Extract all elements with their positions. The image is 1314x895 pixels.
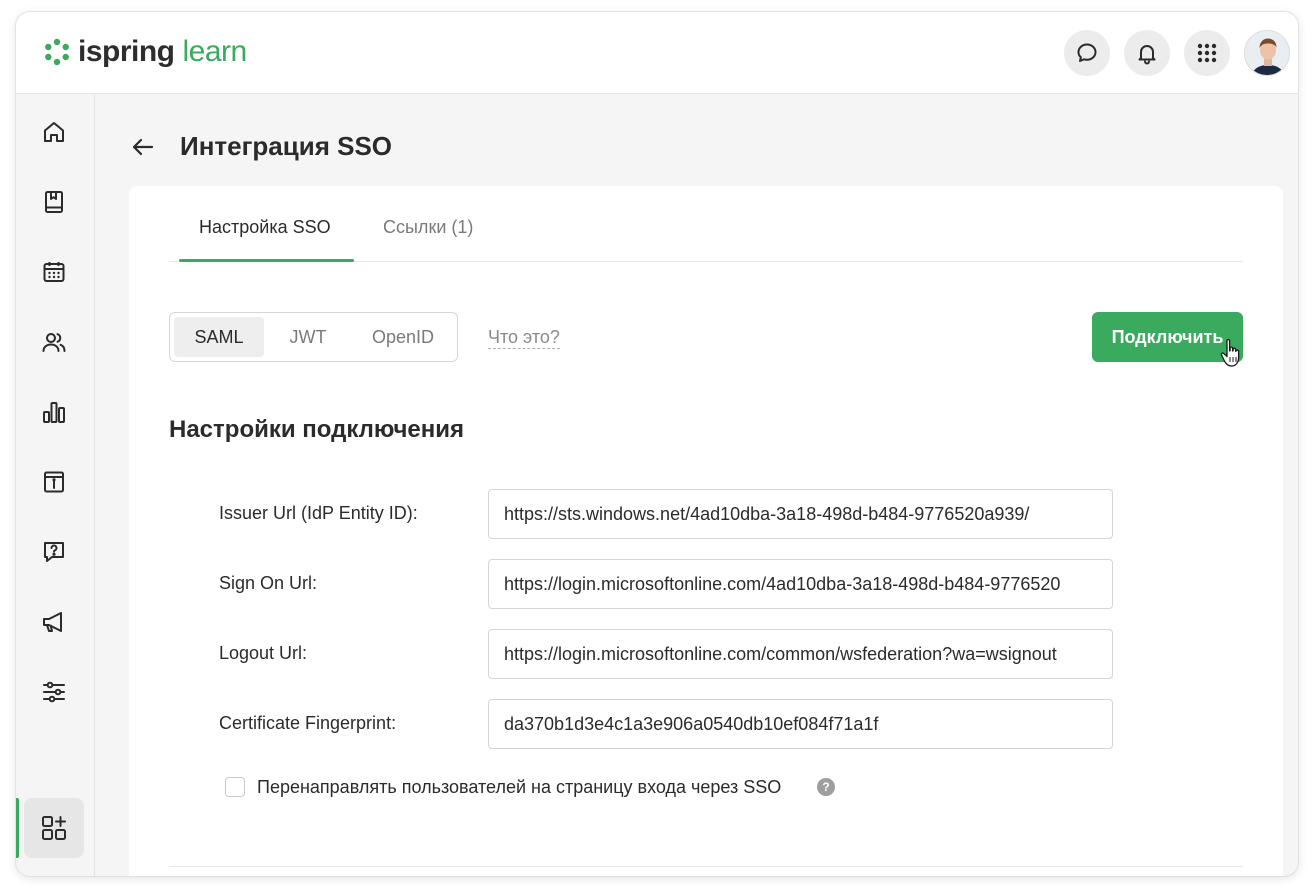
tab-links[interactable]: Ссылки (1) bbox=[383, 216, 473, 238]
add-widget-icon bbox=[42, 816, 66, 840]
question-chat-icon bbox=[44, 542, 64, 562]
bar-chart-icon bbox=[43, 402, 65, 423]
user-avatar[interactable] bbox=[1244, 30, 1290, 76]
top-header: ispring learn bbox=[16, 12, 1298, 94]
bell-icon bbox=[1138, 45, 1156, 65]
issuer-url-label: Issuer Url (IdP Entity ID): bbox=[219, 503, 418, 523]
sidebar-item-announcements[interactable] bbox=[40, 608, 68, 636]
redirect-sso-checkbox[interactable] bbox=[225, 777, 245, 797]
info-panel-icon bbox=[44, 471, 64, 493]
logout-url-input[interactable]: https://login.microsoftonline.com/common… bbox=[488, 629, 1113, 679]
home-icon bbox=[44, 122, 64, 142]
notifications-button[interactable] bbox=[1124, 30, 1170, 76]
sidebar-item-settings[interactable] bbox=[40, 678, 68, 706]
sliders-icon bbox=[43, 681, 65, 703]
hand-cursor-icon bbox=[1220, 338, 1240, 367]
help-icon[interactable]: ? bbox=[817, 778, 835, 796]
page-title: Интеграция SSO bbox=[180, 131, 393, 161]
chat-icon bbox=[1077, 43, 1097, 62]
book-icon bbox=[45, 191, 63, 213]
sign-on-url-input[interactable]: https://login.microsoftonline.com/4ad10d… bbox=[488, 559, 1113, 609]
tabs-bar: Настройка SSO Ссылки (1) bbox=[169, 186, 1243, 262]
apps-button[interactable] bbox=[1184, 30, 1230, 76]
users-icon bbox=[42, 333, 66, 352]
chat-button[interactable] bbox=[1064, 30, 1110, 76]
sidebar-item-home[interactable] bbox=[40, 118, 68, 146]
logout-url-label: Logout Url: bbox=[219, 643, 308, 663]
section-title: Настройки подключения bbox=[169, 416, 465, 443]
sidebar-item-help[interactable] bbox=[40, 538, 68, 566]
back-arrow-icon[interactable] bbox=[130, 134, 156, 160]
redirect-sso-label[interactable]: Перенаправлять пользователей на страницу… bbox=[257, 776, 781, 798]
logo-text: ispring learn bbox=[78, 34, 247, 70]
ispring-learn-logo[interactable]: ispring learn bbox=[42, 34, 247, 70]
what-is-this-link[interactable]: Что это? bbox=[488, 326, 560, 349]
apps-grid-icon bbox=[1197, 43, 1217, 63]
protocol-option-openid[interactable]: OpenID bbox=[352, 317, 454, 357]
sidebar-item-users[interactable] bbox=[40, 328, 68, 356]
calendar-icon bbox=[43, 262, 65, 282]
tab-sso-settings[interactable]: Настройка SSO bbox=[199, 216, 331, 238]
protocol-option-jwt[interactable]: JWT bbox=[266, 317, 350, 357]
sidebar-item-courses[interactable] bbox=[40, 188, 68, 216]
sidebar-item-integrations[interactable] bbox=[24, 798, 84, 858]
sidebar-item-calendar[interactable] bbox=[40, 258, 68, 286]
app-window: ispring learn Интеграция SSO Настройка S… bbox=[16, 12, 1298, 876]
sidebar-item-info[interactable] bbox=[40, 468, 68, 496]
sidebar bbox=[16, 94, 95, 876]
settings-card: Настройка SSO Ссылки (1) SAML JWT OpenID… bbox=[129, 186, 1283, 876]
issuer-url-input[interactable]: https://sts.windows.net/4ad10dba-3a18-49… bbox=[488, 489, 1113, 539]
sign-on-url-label: Sign On Url: bbox=[219, 573, 318, 593]
megaphone-icon bbox=[43, 612, 62, 632]
logo-text-ispring: ispring bbox=[78, 35, 175, 68]
logo-text-learn: learn bbox=[182, 35, 248, 68]
certificate-fingerprint-input[interactable]: da370b1d3e4c1a3e906a0540db10ef084f71a1f bbox=[488, 699, 1113, 749]
protocol-option-saml[interactable]: SAML bbox=[174, 317, 264, 357]
avatar-image bbox=[1245, 31, 1289, 75]
section-divider bbox=[169, 866, 1243, 867]
certificate-fingerprint-label: Certificate Fingerprint: bbox=[219, 713, 397, 733]
ispring-logo-icon bbox=[45, 38, 69, 66]
sidebar-item-reports[interactable] bbox=[40, 398, 68, 426]
active-tab-underline bbox=[179, 259, 354, 262]
protocol-switch: SAML JWT OpenID bbox=[169, 312, 458, 362]
sidebar-active-indicator bbox=[16, 798, 19, 858]
